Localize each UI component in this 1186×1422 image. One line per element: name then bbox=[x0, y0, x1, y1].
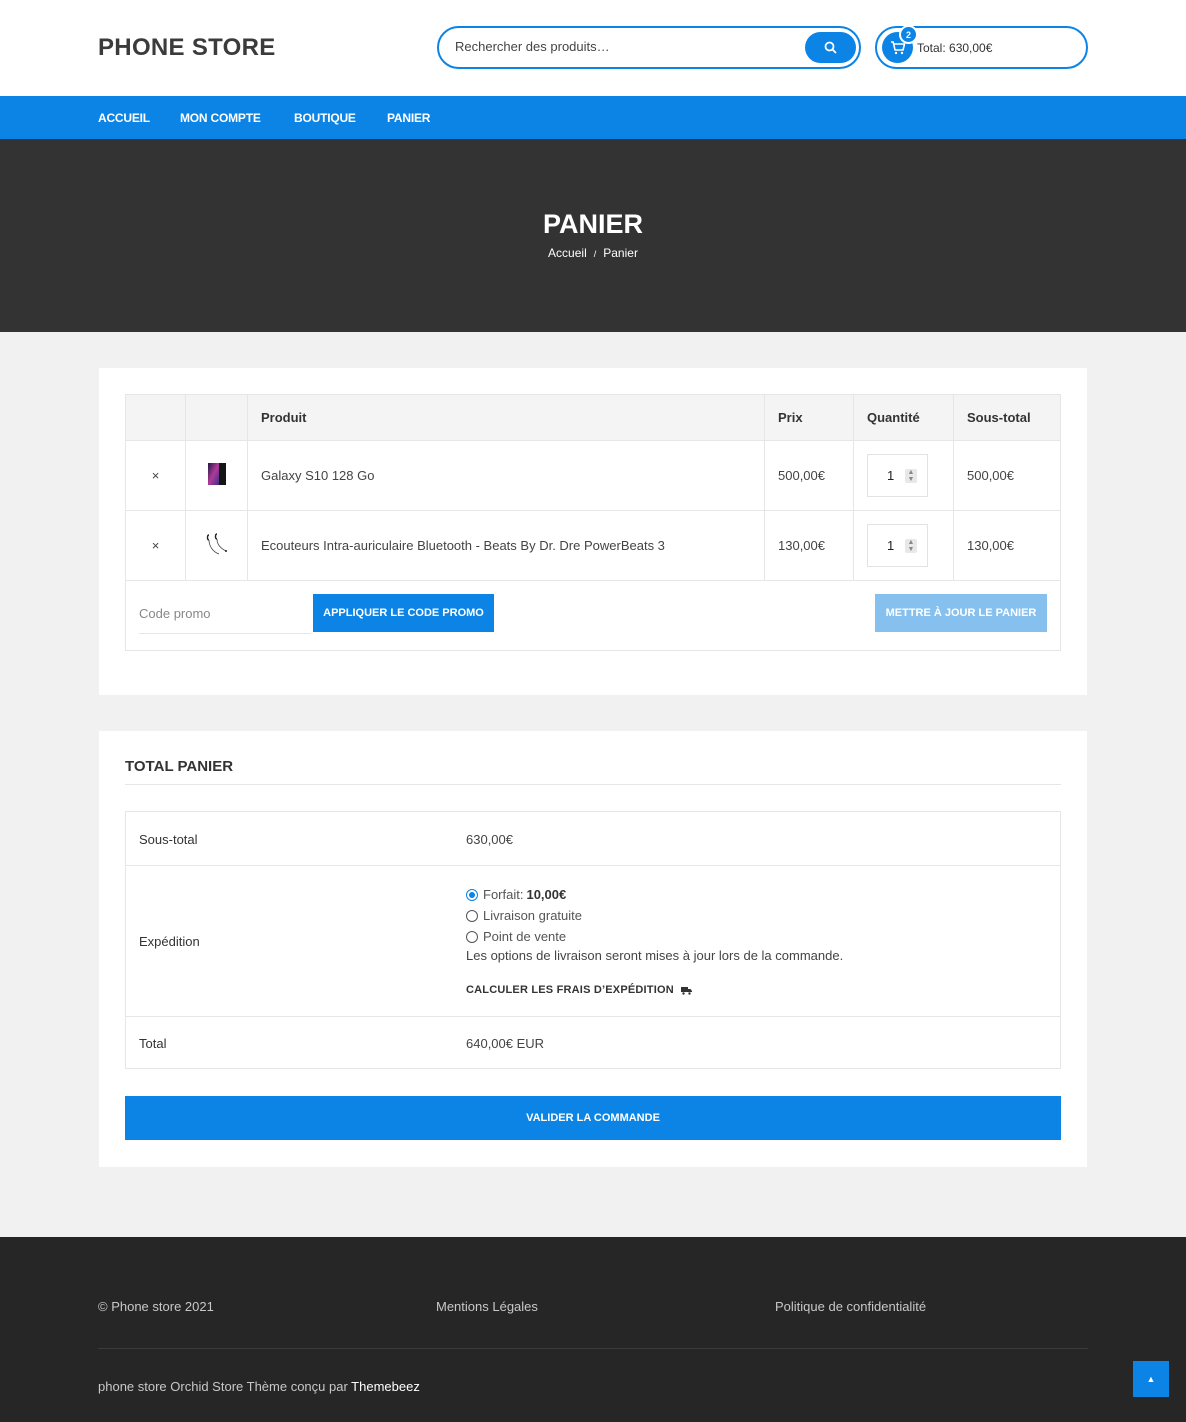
breadcrumb: Accueil / Panier bbox=[0, 246, 1186, 260]
search-bar bbox=[437, 26, 861, 69]
shipping-option-label: Point de vente bbox=[483, 929, 567, 944]
totals-table: Sous-total 630,00€ Expédition Forfait: 1… bbox=[125, 811, 1061, 1069]
shipping-label: Expédition bbox=[139, 934, 200, 949]
shipping-note: Les options de livraison seront mises à … bbox=[466, 948, 844, 963]
footer-credit-link[interactable]: Themebeez bbox=[351, 1379, 420, 1394]
footer-legal-link[interactable]: Mentions Légales bbox=[436, 1299, 538, 1314]
product-price: 130,00€ bbox=[764, 510, 854, 581]
promo-code-input[interactable] bbox=[139, 594, 311, 634]
calculate-shipping-label: CALCULER LES FRAIS D’EXPÉDITION bbox=[466, 984, 674, 996]
totals-title: TOTAL PANIER bbox=[125, 758, 234, 775]
mini-cart[interactable]: 2 Total: 630,00€ bbox=[875, 25, 1088, 69]
calculate-shipping-link[interactable]: CALCULER LES FRAIS D’EXPÉDITION bbox=[466, 984, 692, 996]
update-cart-button[interactable]: METTRE À JOUR LE PANIER bbox=[875, 594, 1047, 632]
radio-button[interactable] bbox=[466, 909, 478, 922]
quantity-stepper[interactable]: 1 ▲ ▼ bbox=[867, 524, 928, 567]
nav-item-accueil[interactable]: ACCUEIL bbox=[98, 111, 150, 125]
product-name[interactable]: Ecouteurs Intra-auriculaire Bluetooth - … bbox=[247, 510, 765, 581]
product-subtotal: 130,00€ bbox=[953, 510, 1061, 581]
search-input[interactable] bbox=[455, 39, 795, 54]
header-subtotal: Sous-total bbox=[953, 394, 1061, 441]
quantity-value: 1 bbox=[887, 538, 895, 553]
total-row: Total 640,00€ EUR bbox=[126, 1017, 1060, 1069]
spin-arrows-icon[interactable]: ▲ ▼ bbox=[905, 539, 917, 553]
page-hero: PANIER Accueil / Panier bbox=[0, 139, 1186, 332]
table-row: × Galaxy S10 128 Go 500,00€ 1 ▲ ▼ 500,00€ bbox=[125, 440, 1061, 511]
nav-item-boutique[interactable]: BOUTIQUE bbox=[294, 111, 356, 125]
product-name[interactable]: Galaxy S10 128 Go bbox=[247, 440, 765, 511]
quantity-value: 1 bbox=[887, 468, 895, 483]
header-price: Prix bbox=[764, 394, 854, 441]
apply-promo-button[interactable]: APPLIQUER LE CODE PROMO bbox=[313, 594, 494, 632]
cart-table-header: Produit Prix Quantité Sous-total bbox=[125, 394, 1061, 441]
nav-item-panier[interactable]: PANIER bbox=[387, 111, 430, 125]
shipping-option-pickup[interactable]: Point de vente bbox=[466, 929, 566, 944]
chevron-up-icon: ▲ bbox=[1146, 1374, 1156, 1384]
remove-item-button[interactable]: × bbox=[125, 510, 186, 581]
truck-icon bbox=[680, 986, 692, 995]
shipping-option-amount: 10,00€ bbox=[526, 887, 567, 902]
main-nav: ACCUEIL MON COMPTE BOUTIQUE PANIER bbox=[0, 96, 1186, 139]
header-remove bbox=[125, 394, 186, 441]
header-thumbnail bbox=[185, 394, 248, 441]
divider bbox=[98, 1348, 1088, 1349]
search-button[interactable] bbox=[805, 32, 856, 63]
breadcrumb-current: Panier bbox=[603, 246, 638, 260]
shipping-row: Expédition Forfait: 10,00€ Livraison gra… bbox=[126, 866, 1060, 1017]
header-product: Produit bbox=[247, 394, 765, 441]
earphones-image bbox=[206, 533, 227, 555]
quantity-cell: 1 ▲ ▼ bbox=[853, 510, 954, 581]
site-header: PHONE STORE 2 Total: 630,00€ bbox=[0, 0, 1186, 96]
product-price: 500,00€ bbox=[764, 440, 854, 511]
site-footer: © Phone store 2021 Mentions Légales Poli… bbox=[0, 1237, 1186, 1422]
product-subtotal: 500,00€ bbox=[953, 440, 1061, 511]
page-title: PANIER bbox=[542, 209, 643, 239]
cart-count-badge: 2 bbox=[899, 25, 918, 44]
radio-button[interactable] bbox=[466, 888, 478, 901]
breadcrumb-separator: / bbox=[593, 249, 597, 259]
total-value: 640,00€ EUR bbox=[466, 1036, 545, 1051]
back-to-top-button[interactable]: ▲ bbox=[1133, 1361, 1169, 1397]
nav-item-mon-compte[interactable]: MON COMPTE bbox=[180, 111, 261, 125]
subtotal-label: Sous-total bbox=[139, 832, 198, 847]
shipping-option-forfait[interactable]: Forfait: 10,00€ bbox=[466, 887, 566, 902]
cart-card: Produit Prix Quantité Sous-total × Galax… bbox=[99, 368, 1087, 695]
subtotal-value: 630,00€ bbox=[466, 832, 513, 847]
cart-total: Total: 630,00€ bbox=[917, 41, 993, 55]
table-row: × Ecouteurs Intra-auriculaire Bluetooth … bbox=[125, 510, 1061, 581]
shipping-option-free[interactable]: Livraison gratuite bbox=[466, 908, 582, 923]
site-logo[interactable]: PHONE STORE bbox=[98, 34, 276, 62]
product-thumbnail[interactable] bbox=[185, 440, 248, 511]
footer-credit-text: phone store Orchid Store Thème conçu par bbox=[98, 1379, 352, 1394]
footer-credit: phone store Orchid Store Thème conçu par… bbox=[98, 1379, 420, 1394]
radio-button[interactable] bbox=[466, 930, 478, 943]
quantity-cell: 1 ▲ ▼ bbox=[853, 440, 954, 511]
product-thumbnail[interactable] bbox=[185, 510, 248, 581]
shipping-option-label: Livraison gratuite bbox=[483, 908, 582, 923]
cart-totals-card: TOTAL PANIER Sous-total 630,00€ Expéditi… bbox=[99, 731, 1087, 1167]
header-quantity: Quantité bbox=[853, 394, 954, 441]
spin-arrows-icon[interactable]: ▲ ▼ bbox=[905, 469, 917, 483]
quantity-stepper[interactable]: 1 ▲ ▼ bbox=[867, 454, 928, 497]
footer-privacy-link[interactable]: Politique de confidentialité bbox=[775, 1299, 926, 1314]
search-icon bbox=[824, 41, 837, 54]
checkout-button[interactable]: VALIDER LA COMMANDE bbox=[125, 1096, 1061, 1140]
shipping-option-label: Forfait: bbox=[483, 887, 524, 902]
total-label: Total bbox=[139, 1036, 167, 1051]
remove-item-button[interactable]: × bbox=[125, 440, 186, 511]
divider bbox=[125, 784, 1061, 785]
phone-image bbox=[207, 463, 226, 485]
footer-copyright: © Phone store 2021 bbox=[98, 1299, 214, 1314]
breadcrumb-home[interactable]: Accueil bbox=[548, 246, 587, 260]
subtotal-row: Sous-total 630,00€ bbox=[126, 812, 1060, 866]
